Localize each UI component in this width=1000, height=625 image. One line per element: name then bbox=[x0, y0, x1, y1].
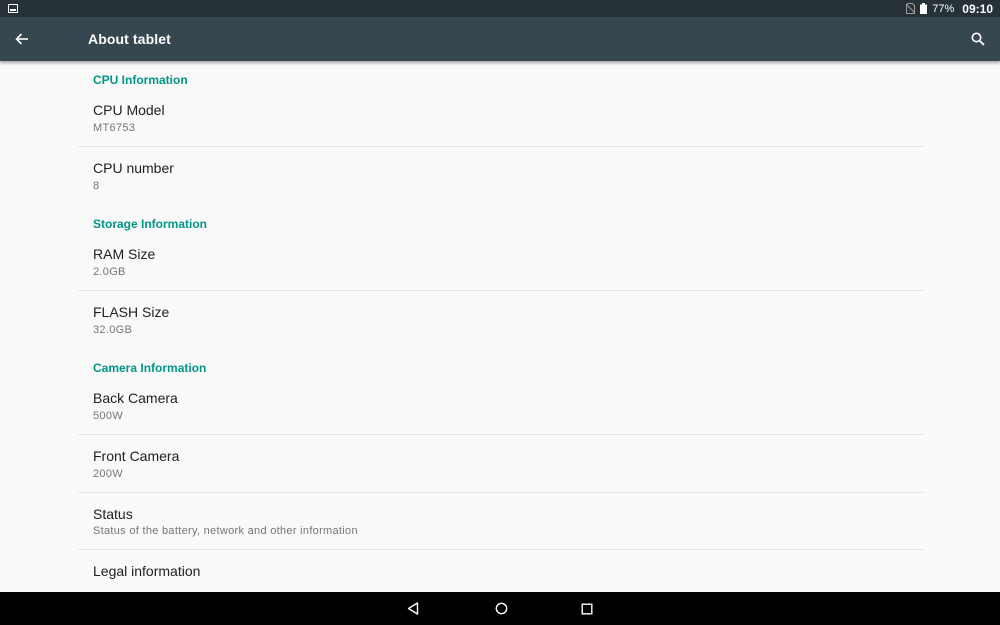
pref-title: Front Camera bbox=[93, 448, 180, 464]
pref-title: RAM Size bbox=[93, 246, 156, 262]
status-left bbox=[0, 4, 18, 13]
pref-summary: 32.0GB bbox=[93, 324, 133, 336]
pref-summary: 500W bbox=[93, 410, 123, 422]
pref-ram-size[interactable]: RAM Size 2.0GB bbox=[78, 235, 924, 290]
search-button[interactable] bbox=[964, 25, 992, 53]
pref-title: Status bbox=[93, 506, 133, 522]
nav-back-button[interactable] bbox=[393, 592, 433, 625]
pref-cpu-model[interactable]: CPU Model MT6753 bbox=[78, 91, 924, 146]
pref-title: Back Camera bbox=[93, 390, 178, 406]
battery-percent: 77% bbox=[932, 2, 955, 15]
pref-title: CPU number bbox=[93, 160, 174, 176]
nav-recents-button[interactable] bbox=[567, 592, 607, 625]
pref-summary: 8 bbox=[93, 180, 100, 192]
recents-square-icon bbox=[581, 603, 593, 615]
pref-summary: MT6753 bbox=[93, 122, 136, 134]
pref-back-camera[interactable]: Back Camera 500W bbox=[78, 379, 924, 434]
back-button[interactable] bbox=[8, 25, 36, 53]
section-header-storage: Storage Information bbox=[93, 217, 208, 231]
page-title: About tablet bbox=[88, 31, 171, 47]
pref-legal-information[interactable]: Legal information bbox=[78, 550, 924, 592]
nav-home-button[interactable] bbox=[481, 592, 521, 625]
pref-summary: 2.0GB bbox=[93, 266, 126, 278]
pref-title: Legal information bbox=[93, 563, 201, 579]
pref-status[interactable]: Status Status of the battery, network an… bbox=[78, 493, 924, 549]
pref-flash-size[interactable]: FLASH Size 32.0GB bbox=[78, 291, 924, 348]
pref-summary: Status of the battery, network and other… bbox=[93, 525, 358, 537]
app-bar: About tablet bbox=[0, 17, 1000, 61]
nav-bar bbox=[0, 592, 1000, 625]
pref-title: CPU Model bbox=[93, 102, 165, 118]
pref-cpu-number[interactable]: CPU number 8 bbox=[78, 147, 924, 204]
search-icon bbox=[971, 32, 985, 46]
settings-list[interactable]: CPU Information CPU Model MT6753 CPU num… bbox=[0, 61, 1000, 592]
pref-title: FLASH Size bbox=[93, 304, 170, 320]
status-time: 09:10 bbox=[962, 1, 993, 16]
no-sim-icon bbox=[906, 3, 916, 14]
pref-front-camera[interactable]: Front Camera 200W bbox=[78, 435, 924, 492]
home-circle-icon bbox=[495, 602, 507, 615]
battery-icon bbox=[920, 3, 928, 14]
screenshot-notification-icon bbox=[8, 4, 18, 13]
pref-summary: 200W bbox=[93, 468, 123, 480]
section-header-camera: Camera Information bbox=[93, 361, 207, 375]
back-arrow-icon bbox=[15, 33, 28, 45]
back-triangle-icon bbox=[407, 602, 419, 615]
section-header-cpu: CPU Information bbox=[93, 73, 188, 87]
status-right: 77% 09:10 bbox=[906, 2, 1000, 16]
status-bar: 77% 09:10 bbox=[0, 0, 1000, 17]
